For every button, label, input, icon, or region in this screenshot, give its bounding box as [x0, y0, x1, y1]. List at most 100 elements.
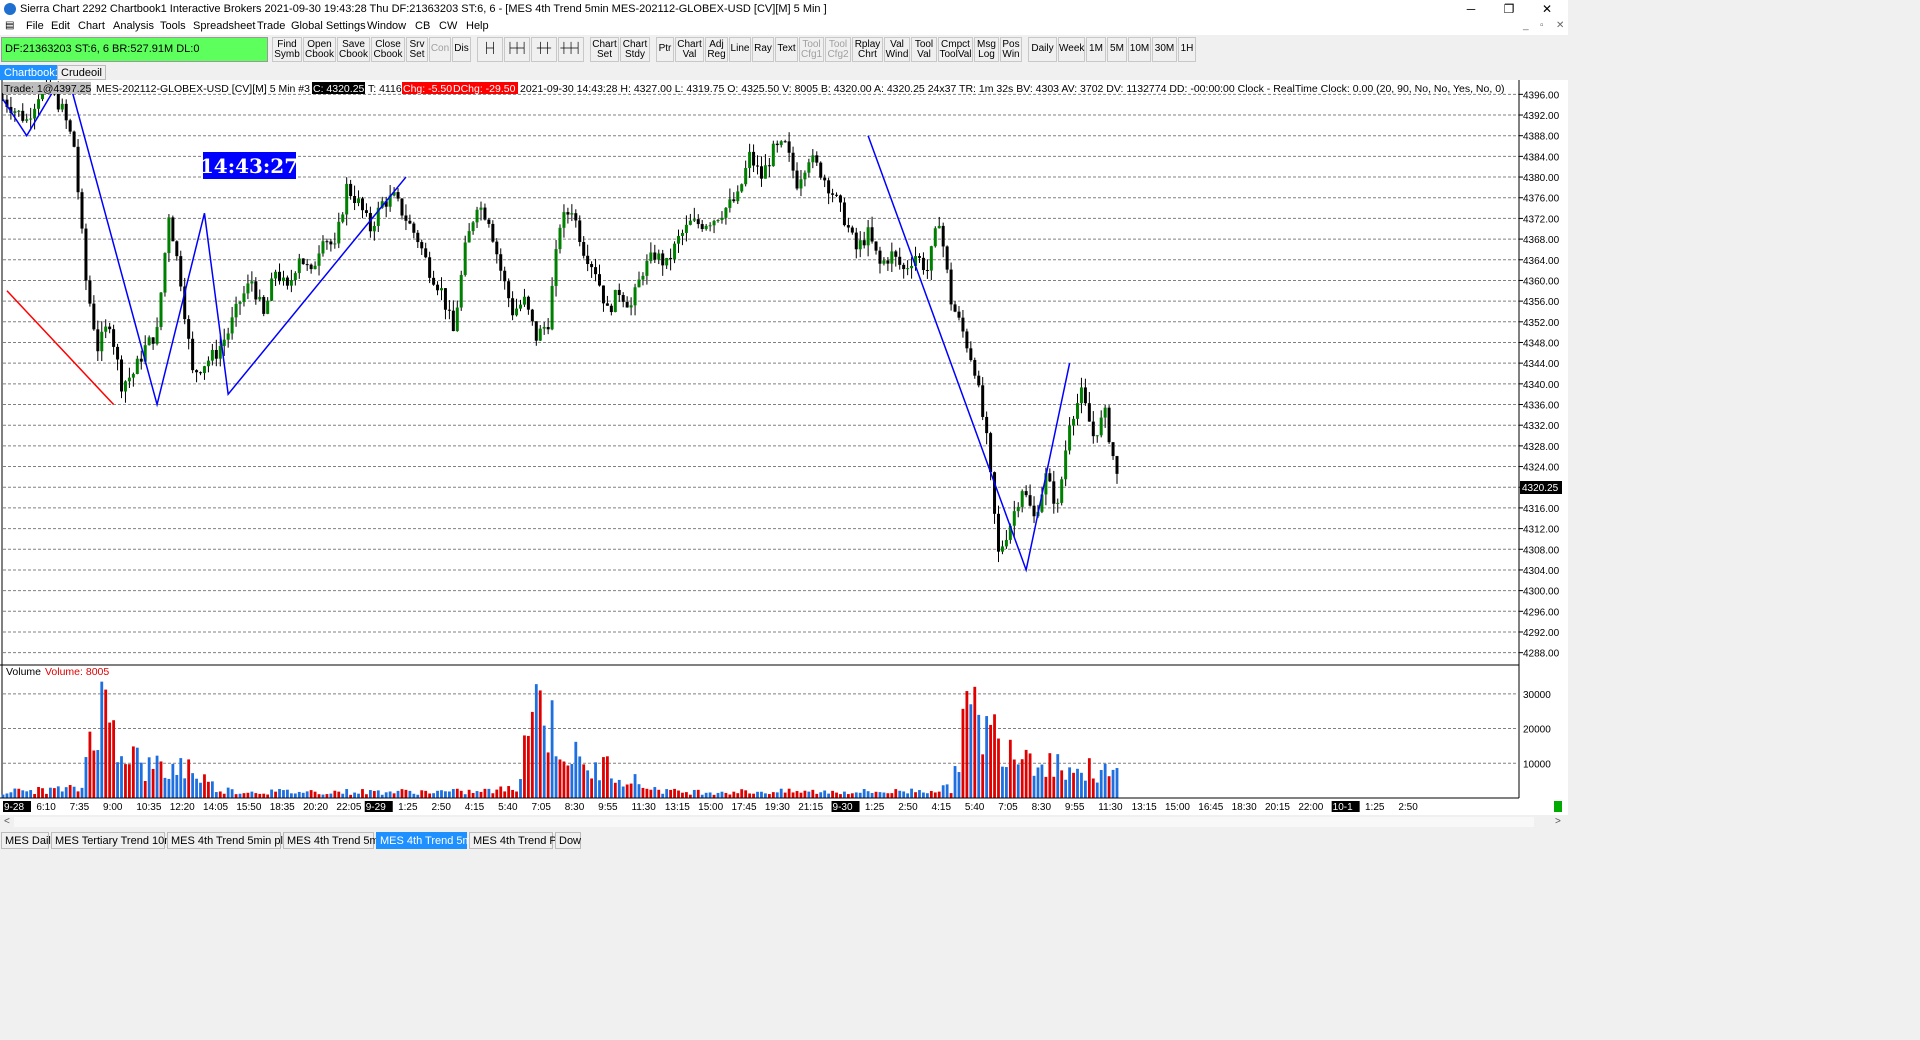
toolbar-button-chart-val[interactable]: Chart Val — [675, 37, 704, 62]
volume-bar — [590, 778, 594, 798]
toolbar-button-tool-cfg2[interactable]: Tool Cfg2 — [825, 37, 851, 62]
candle-body — [858, 240, 862, 250]
chart-tab-0[interactable]: MES Daily — [1, 832, 56, 849]
menu-spreadsheet[interactable]: Spreadsheet — [193, 20, 255, 32]
chart-tab-6[interactable]: Dow — [555, 832, 581, 849]
candle-body — [586, 255, 590, 265]
toolbar-button-10m[interactable]: 10M — [1128, 37, 1151, 62]
menu-cb[interactable]: CB — [415, 20, 430, 32]
toolbar-button-chart-set[interactable]: Chart Set — [590, 37, 619, 62]
toolbar-button-close-cbook[interactable]: Close Cbook — [371, 37, 405, 62]
candle-body — [246, 283, 250, 294]
candle-body — [850, 227, 854, 233]
toolbar-button-con[interactable]: Con — [429, 37, 451, 62]
time-axis[interactable]: 9-28 6:10 7:35 9:00 10:35 12:20 14:05 15:50 18:3… — [0, 797, 1562, 813]
candle-body — [274, 271, 278, 279]
scroll-left-icon[interactable]: < — [4, 816, 10, 827]
menu-global-settings[interactable]: Global Settings — [291, 20, 366, 32]
candle-body — [230, 317, 234, 334]
volume-bar — [720, 791, 724, 798]
toolbar-button-1m[interactable]: 1M — [1086, 37, 1106, 62]
candle-body — [775, 143, 779, 146]
toolbar-button-adj-reg[interactable]: Adj Reg — [705, 37, 728, 62]
mdi-close-button[interactable]: ✕ — [1556, 20, 1564, 31]
toolbar-button-ray[interactable]: Ray — [752, 37, 774, 62]
volume-bar — [914, 792, 917, 798]
volume-bar — [1083, 780, 1087, 798]
toolbar-button-open-cbook[interactable]: Open Cbook — [303, 37, 336, 62]
menu-analysis[interactable]: Analysis — [113, 20, 154, 32]
menu-tools[interactable]: Tools — [160, 20, 186, 32]
minimize-button[interactable]: ─ — [1456, 1, 1486, 17]
close-button[interactable]: ✕ — [1532, 1, 1562, 17]
toolbar-button-1h[interactable]: 1H — [1178, 37, 1196, 62]
toolbar-button-[interactable]: ┼┼ — [531, 37, 557, 62]
last-price-label: 4320.25 — [1522, 483, 1559, 494]
toolbar-button-30m[interactable]: 30M — [1152, 37, 1177, 62]
volume-bar — [451, 789, 455, 798]
price-axis[interactable]: 4396.00 4392.00 4388.00 4384.00 4380.00 4376.… — [1, 80, 1560, 798]
toolbar-button-val-wind[interactable]: Val Wind — [884, 37, 910, 62]
toolbar-button-[interactable]: ├┤ — [477, 37, 503, 62]
volume-bar — [313, 791, 317, 798]
toolbar-button-tool-val[interactable]: Tool Val — [911, 37, 937, 62]
scroll-right-icon[interactable]: > — [1555, 816, 1561, 827]
toolbar-button-msg-log[interactable]: Msg Log — [974, 37, 999, 62]
toolbar-button-[interactable]: ├┼┤ — [504, 37, 530, 62]
scroll-thumb[interactable] — [14, 817, 1534, 827]
chart-tab-4[interactable]: MES 4th Trend 5min — [376, 832, 480, 849]
volume-bar — [400, 789, 404, 798]
toolbar-button-find-symb[interactable]: Find Symb — [272, 37, 302, 62]
menu-cw[interactable]: CW — [439, 20, 457, 32]
menu-file[interactable]: File — [26, 20, 44, 32]
chartbook-tab-crudeoil[interactable]: Crudeoil — [57, 65, 106, 80]
chart-tab-5[interactable]: MES 4th Trend PF — [469, 832, 563, 849]
toolbar-button-save-cbook[interactable]: Save Cbook — [337, 37, 370, 62]
volume-bar — [649, 789, 653, 798]
horizontal-scrollbar[interactable]: < > — [0, 815, 1568, 830]
toolbar-button-cmpct-toolval[interactable]: Cmpct ToolVal — [938, 37, 973, 62]
menu-trade[interactable]: Trade — [257, 20, 285, 32]
app-logo-icon — [4, 3, 16, 15]
chart-tab-2[interactable]: MES 4th Trend 5min plain — [167, 832, 298, 849]
chart-menu-icon[interactable]: ▤ — [5, 20, 14, 31]
chart-area[interactable]: 4396.00 4392.00 4388.00 4384.00 4380.00 4376.… — [0, 80, 1568, 815]
candle-body — [629, 305, 633, 308]
menu-edit[interactable]: Edit — [51, 20, 70, 32]
toolbar-button-chart-stdy[interactable]: Chart Stdy — [620, 37, 650, 62]
candle-body — [210, 349, 214, 361]
clock-display: 14:43:27 — [200, 154, 298, 178]
toolbar-button-rplay-chrt[interactable]: Rplay Chrt — [852, 37, 883, 62]
toolbar-button-line[interactable]: Line — [729, 37, 751, 62]
volume-bar — [843, 791, 846, 798]
close-label: C: 4320.25 — [313, 83, 365, 95]
toolbar-button-text[interactable]: Text — [775, 37, 798, 62]
candle-body — [357, 198, 361, 204]
volume-bar — [602, 757, 605, 798]
volume-bar — [163, 777, 167, 798]
mdi-restore-button[interactable]: ▫ — [1540, 20, 1544, 31]
menu-chart[interactable]: Chart — [78, 20, 105, 32]
chart-tab-3[interactable]: MES 4th Trend 5min — [283, 832, 387, 849]
mdi-minimize-button[interactable]: _ — [1523, 20, 1529, 31]
volume-bar — [1028, 753, 1032, 798]
toolbar-button-week[interactable]: Week — [1058, 37, 1085, 62]
chartbook-tab-chartbook1[interactable]: Chartbook1 — [0, 65, 65, 80]
restore-button[interactable]: ❐ — [1494, 1, 1524, 17]
candle-body — [13, 111, 17, 113]
time-tick-label: 11:30 — [1098, 802, 1123, 813]
chart-tab-1[interactable]: MES Tertiary Trend 10min — [51, 832, 182, 849]
toolbar-button-ptr[interactable]: Ptr — [656, 37, 674, 62]
toolbar-button-pos-win[interactable]: Pos Win — [1000, 37, 1022, 62]
candle-body — [72, 131, 76, 147]
menu-help[interactable]: Help — [466, 20, 489, 32]
menu-window[interactable]: Window — [367, 20, 406, 32]
candle-body — [906, 268, 910, 270]
toolbar-button-daily[interactable]: Daily — [1028, 37, 1057, 62]
price-chart[interactable]: 4396.00 4392.00 4388.00 4384.00 4380.00 4376.… — [0, 80, 1568, 815]
toolbar-button-tool-cfg1[interactable]: Tool Cfg1 — [799, 37, 824, 62]
toolbar-button-srv-set[interactable]: Srv Set — [406, 37, 428, 62]
toolbar-button-5m[interactable]: 5M — [1107, 37, 1127, 62]
toolbar-button-dis[interactable]: Dis — [452, 37, 471, 62]
toolbar-button-[interactable]: ┼┼┤ — [558, 37, 584, 62]
